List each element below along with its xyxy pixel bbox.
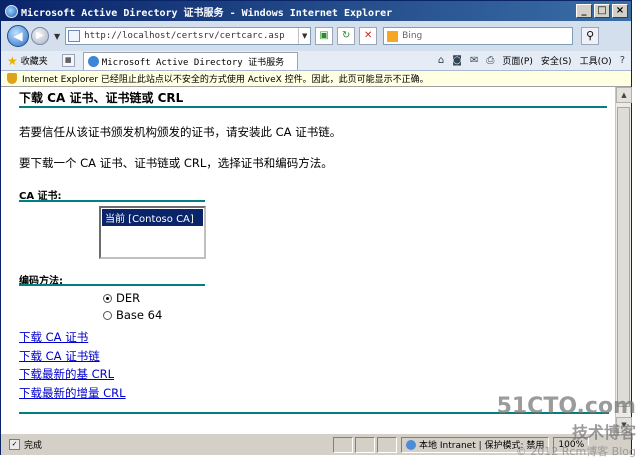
quick-tabs-icon[interactable]: ▦ [61,54,75,67]
encoding-option-base64[interactable]: Base 64 [103,308,162,322]
feeds-icon[interactable]: ◙ [452,55,462,66]
safety-menu[interactable]: 安全(S) [541,54,572,67]
compat-view-button[interactable]: ▣ [315,27,334,45]
vertical-scrollbar[interactable]: ▲ ▼ [615,87,632,433]
search-input[interactable]: Bing [383,27,574,45]
stop-button[interactable]: ✕ [359,27,378,45]
info-bar-message: Internet Explorer 已经阻止此站点以不安全的方式使用 Activ… [22,75,429,85]
back-button[interactable]: ◀ [7,25,29,47]
tab-title: Microsoft Active Directory 证书服务 [101,57,285,68]
tab-ie-icon [87,55,99,67]
info-bar[interactable]: Internet Explorer 已经阻止此站点以不安全的方式使用 Activ… [1,71,631,87]
command-bar: ★ 收藏夹 ▦ Microsoft Active Directory 证书服务 … [1,51,631,71]
ie-icon [5,4,18,18]
base64-radio[interactable] [103,310,112,320]
der-label: DER [116,291,141,305]
download-ca-chain-link[interactable]: 下载 CA 证书链 [19,348,100,364]
status-cell-2 [355,436,375,453]
address-bar[interactable]: http://localhost/certsrv/certcarc.asp ▼ [65,27,312,45]
ca-cert-option[interactable]: 当前 [Contoso CA] [102,209,203,226]
home-icon[interactable]: ⌂ [438,55,444,66]
address-text[interactable]: http://localhost/certsrv/certcarc.asp [84,31,284,41]
window-title: Microsoft Active Directory 证书服务 - Window… [21,7,393,19]
back-arrow-icon: ◀ [13,29,23,43]
zoom-level[interactable]: 100% [553,436,590,453]
bing-icon [387,30,399,42]
refresh-button[interactable]: ↻ [337,27,356,45]
ca-cert-divider [19,200,205,202]
favorites-star-icon[interactable]: ★ [7,54,18,68]
page-icon [68,30,81,42]
stop-icon: ✕ [363,30,373,41]
intranet-globe-icon [406,439,416,450]
print-icon[interactable]: ⎙ [486,55,494,66]
security-zone[interactable]: 本地 Intranet | 保护模式: 禁用 [401,436,550,453]
close-button[interactable]: × [612,4,628,18]
page-title: 下载 CA 证书、证书链或 CRL [19,91,184,105]
ca-cert-listbox[interactable]: 当前 [Contoso CA] [99,206,206,259]
zoom-text: 100% [558,439,585,450]
status-cell-1 [333,436,353,453]
browser-window: Microsoft Active Directory 证书服务 - Window… [0,0,632,455]
maximize-button[interactable]: □ [594,4,610,18]
tab-active[interactable]: Microsoft Active Directory 证书服务 [82,51,298,70]
search-placeholder: Bing [402,31,423,41]
base64-label: Base 64 [116,308,163,322]
forward-button[interactable]: ▶ [31,27,49,45]
address-toolbar: ◀ ▶ ▼ http://localhost/certsrv/certcarc.… [1,21,631,51]
encoding-divider [19,284,205,286]
shield-icon [7,73,17,84]
scroll-up-icon[interactable]: ▲ [616,87,632,103]
refresh-icon: ↻ [341,30,351,41]
download-delta-crl-link[interactable]: 下载最新的增量 CRL [19,385,126,401]
status-text: 完成 [24,441,43,451]
status-cell-3 [377,436,397,453]
favorites-label[interactable]: 收藏夹 [21,54,48,67]
download-base-crl-link[interactable]: 下载最新的基 CRL [19,366,114,382]
search-icon: ⚲ [586,29,595,42]
footer-divider [19,412,609,414]
done-icon: ✓ [9,439,20,450]
help-icon[interactable]: ? [620,55,625,66]
page-menu[interactable]: 页面(P) [502,54,532,67]
history-dropdown-icon[interactable]: ▼ [54,32,60,41]
intro-paragraph: 若要信任从该证书颁发机构颁发的证书，请安装此 CA 证书链。 [19,125,342,139]
search-button[interactable]: ⚲ [581,27,600,45]
status-bar: ✓ 完成 本地 Intranet | 保护模式: 禁用 100% [1,433,631,455]
scroll-thumb[interactable] [617,107,630,407]
title-divider [19,106,607,108]
page-content: 下载 CA 证书、证书链或 CRL 若要信任从该证书颁发机构颁发的证书，请安装此… [1,87,615,433]
tools-menu[interactable]: 工具(O) [580,54,612,67]
download-ca-cert-link[interactable]: 下载 CA 证书 [19,329,88,345]
encoding-option-der[interactable]: DER [103,291,140,305]
der-radio[interactable] [103,293,112,303]
forward-arrow-icon: ▶ [36,30,44,41]
minimize-button[interactable]: _ [576,4,592,18]
compat-icon: ▣ [319,30,329,41]
instruction-paragraph: 要下载一个 CA 证书、证书链或 CRL，选择证书和编码方法。 [19,156,333,170]
mail-icon[interactable]: ✉ [470,55,478,66]
address-dropdown-icon[interactable]: ▼ [298,28,310,44]
title-bar[interactable]: Microsoft Active Directory 证书服务 - Window… [1,1,631,21]
zone-text: 本地 Intranet | 保护模式: 禁用 [419,441,545,451]
scroll-down-icon[interactable]: ▼ [616,417,632,433]
